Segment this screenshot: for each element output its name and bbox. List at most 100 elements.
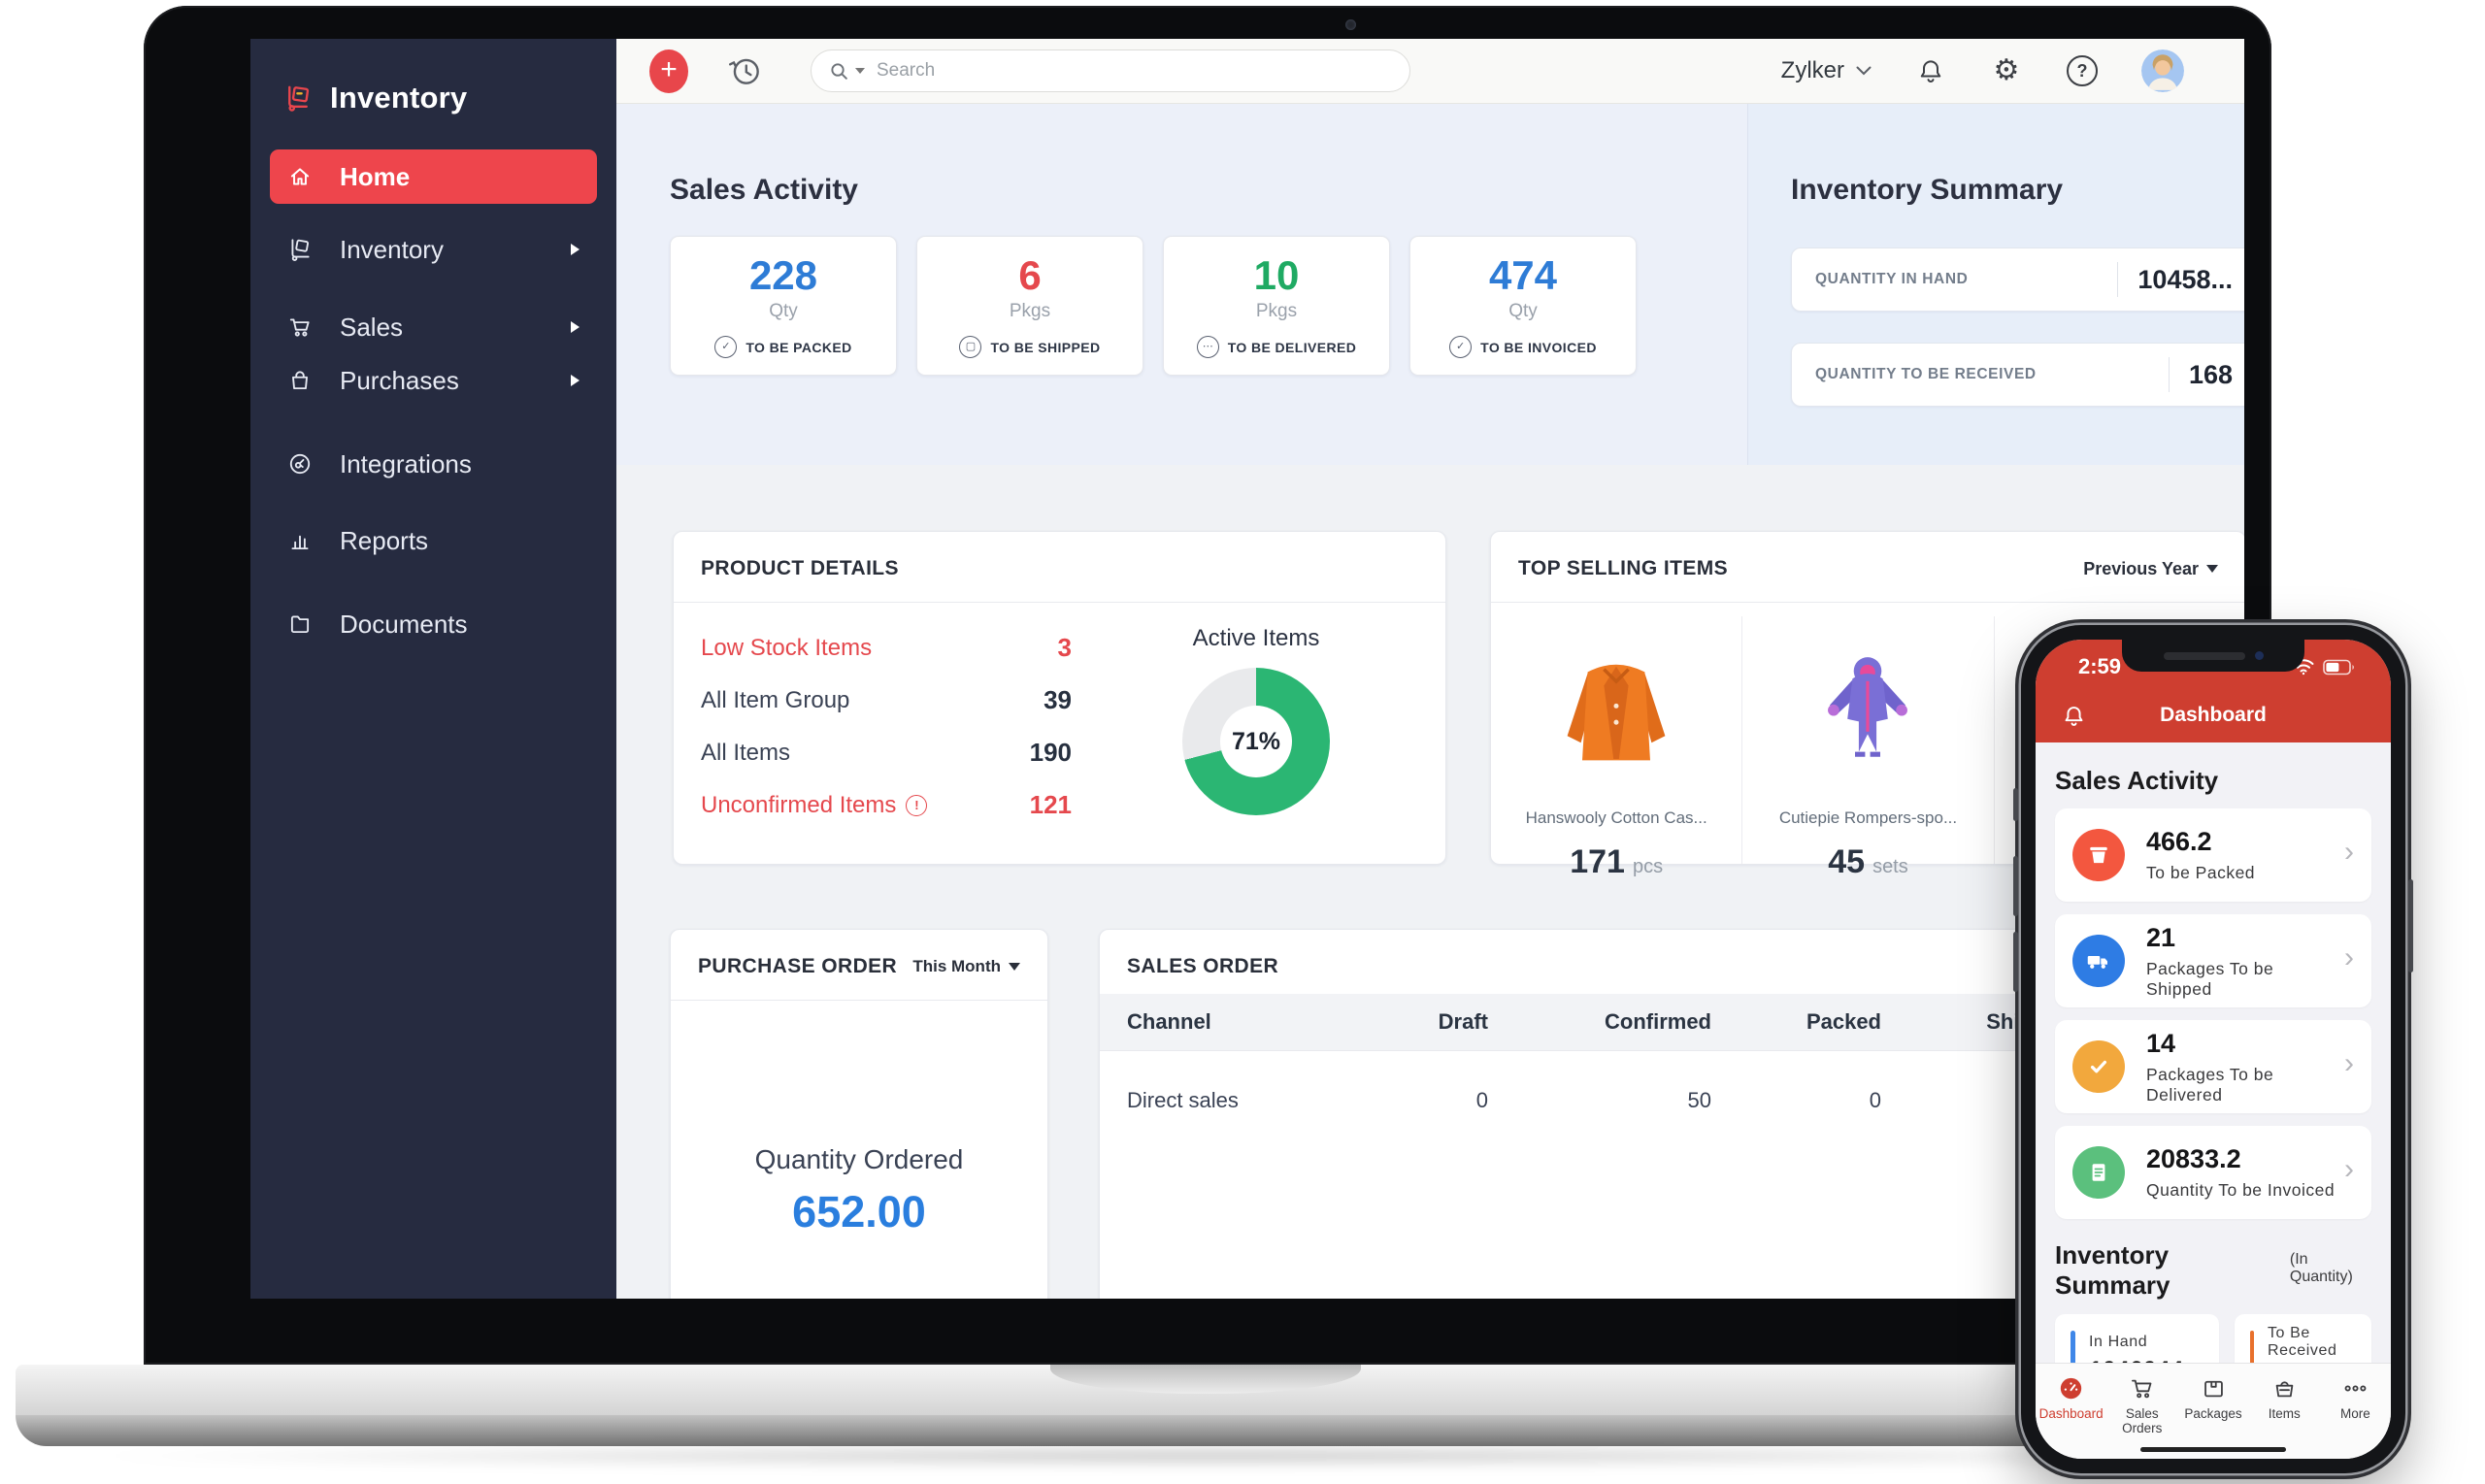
sidebar-item-integrations[interactable]: Integrations <box>250 439 616 489</box>
sidebar-item-home[interactable]: Home <box>270 149 597 204</box>
quantity-in-hand-box: QUANTITY IN HAND 10458... <box>1791 247 2244 312</box>
phone-card-to-be-packed[interactable]: 466.2 To be Packed › <box>2055 808 2371 902</box>
phone-tab-sales-orders[interactable]: Sales Orders <box>2106 1375 2177 1435</box>
item-name: Hanswooly Cotton Cas... <box>1525 808 1707 827</box>
question-icon: ? <box>2067 55 2098 86</box>
phone-card-packages-delivered[interactable]: 14 Packages To be Delivered › <box>2055 1020 2371 1113</box>
notifications-button[interactable] <box>1914 54 1947 87</box>
caret-down-icon <box>2206 565 2218 573</box>
phone-camera <box>2254 651 2264 660</box>
sidebar-item-label: Sales <box>340 312 404 342</box>
caret-down-icon <box>1009 963 1020 971</box>
tab-label: More <box>2340 1406 2370 1421</box>
phone-tab-packages[interactable]: Packages <box>2177 1375 2248 1421</box>
search-scope-caret-icon[interactable] <box>855 68 865 74</box>
top-selling-filter-dropdown[interactable]: Previous Year <box>2083 559 2218 579</box>
cart-icon <box>2132 1379 2152 1399</box>
phone-tab-more[interactable]: More <box>2320 1375 2391 1421</box>
inv-value: 10458... <box>2117 262 2233 297</box>
phone-card-value: 20833.2 <box>2146 1144 2241 1173</box>
item-unit: sets <box>1872 856 1908 877</box>
basket-icon <box>2275 1381 2293 1398</box>
phone-notch <box>2122 640 2304 672</box>
phone-dashboard-body: Sales Activity 466.2 To be Packed › 21 P… <box>2036 742 2391 1363</box>
phone-tab-items[interactable]: Items <box>2249 1375 2320 1421</box>
org-switcher[interactable]: Zylker <box>1781 57 1872 84</box>
search-bar[interactable] <box>811 49 1410 92</box>
phone-card-label: Packages To be Delivered <box>2146 1064 2274 1105</box>
row-value: 190 <box>1029 738 1072 767</box>
phone-inv-label: In Hand <box>2089 1333 2148 1350</box>
filter-value: Previous Year <box>2083 558 2199 578</box>
tab-label: Items <box>2268 1406 2301 1421</box>
sidebar-item-label: Integrations <box>340 448 472 478</box>
phone-mute-switch <box>2013 788 2018 821</box>
sidebar-item-sales[interactable]: Sales <box>250 302 616 352</box>
check-icon <box>2072 1040 2125 1093</box>
more-icon <box>2344 1385 2367 1392</box>
all-item-group-row[interactable]: All Item Group 39 <box>701 685 1072 715</box>
sidebar-item-documents[interactable]: Documents <box>250 599 616 649</box>
row-value: 3 <box>1057 633 1072 662</box>
sa-card-to-be-invoiced[interactable]: 474 Qty ✓ TO BE INVOICED <box>1409 236 1637 376</box>
chevron-right-icon: › <box>2344 1047 2354 1079</box>
phone-power-button <box>2408 879 2413 973</box>
sidebar-item-reports[interactable]: Reports <box>250 515 616 566</box>
product-details-card: PRODUCT DETAILS Low Stock Items 3 All It… <box>673 531 1446 865</box>
chevron-down-icon <box>1856 66 1872 76</box>
sa-unit: Pkgs <box>1009 301 1051 321</box>
card-title: PRODUCT DETAILS <box>701 557 899 579</box>
row-label[interactable]: All Items <box>701 740 790 767</box>
info-icon[interactable]: ! <box>906 794 928 816</box>
box-icon <box>2203 1380 2223 1398</box>
gauge-icon <box>2060 1377 2082 1400</box>
laptop-shadow <box>68 1444 2339 1468</box>
tab-label: Dashboard <box>2038 1406 2104 1421</box>
avatar[interactable] <box>2141 49 2184 92</box>
phone-card-packages-shipped[interactable]: 21 Packages To be Shipped › <box>2055 914 2371 1007</box>
card-title: PURCHASE ORDER <box>698 955 898 977</box>
chevron-right-icon: › <box>2344 836 2354 868</box>
org-name: Zylker <box>1780 57 1844 83</box>
metric-value: 652.00 <box>792 1187 926 1237</box>
search-input[interactable] <box>875 59 1392 82</box>
top-selling-item[interactable]: Cutiepie Rompers-spo... 45 sets <box>1742 616 1995 880</box>
top-selling-item[interactable]: Hanswooly Cotton Cas... 171 pcs <box>1491 616 1743 880</box>
inv-value: 168 <box>2168 357 2233 392</box>
low-stock-items-row[interactable]: Low Stock Items 3 <box>701 633 1072 663</box>
recent-history-button[interactable] <box>725 50 766 91</box>
phone-home-indicator[interactable] <box>2140 1447 2286 1452</box>
sidebar-item-purchases[interactable]: Purchases <box>250 355 616 406</box>
app-logo: Inventory <box>250 39 616 128</box>
quick-create-button[interactable]: + <box>649 49 688 93</box>
sidebar-item-inventory[interactable]: Inventory <box>250 224 616 275</box>
cell-confirmed: 50 <box>1687 1088 1711 1112</box>
accent-bar <box>2250 1331 2254 1363</box>
phone-in-hand-card: In Hand 1046044... <box>2055 1314 2220 1363</box>
phone-screen: 2:59 Dashboard Sales Activity 466.2 To b… <box>2036 640 2391 1459</box>
settings-button[interactable]: ⚙ <box>1990 54 2023 87</box>
purchase-order-filter-dropdown[interactable]: This Month <box>912 957 1020 976</box>
bell-icon[interactable] <box>2061 703 2087 729</box>
sa-card-to-be-delivered[interactable]: 10 Pkgs ⋯ TO BE DELIVERED <box>1163 236 1390 376</box>
row-label[interactable]: Low Stock Items <box>701 635 872 662</box>
all-items-row[interactable]: All Items 190 <box>701 738 1072 768</box>
sa-card-to-be-packed[interactable]: 228 Qty ✓ TO BE PACKED <box>670 236 897 376</box>
handtruck-logo-icon <box>283 77 313 119</box>
phone-card-value: 14 <box>2146 1028 2176 1058</box>
app-window: Inventory Home Inventory Sales Purchases… <box>250 39 2244 1299</box>
sidebar-item-label: Documents <box>340 609 468 639</box>
phone-tab-dashboard[interactable]: Dashboard <box>2036 1375 2106 1421</box>
package-icon <box>2072 829 2125 881</box>
phone-card-qty-invoiced[interactable]: 20833.2 Quantity To be Invoiced › <box>2055 1126 2371 1219</box>
sa-card-to-be-shipped[interactable]: 6 Pkgs ▢ TO BE SHIPPED <box>916 236 1143 376</box>
card-title: SALES ORDER <box>1127 955 1279 977</box>
sa-value: 474 <box>1488 252 1558 298</box>
active-items-donut: 71% <box>1182 668 1330 815</box>
unconfirmed-items-row[interactable]: Unconfirmed Items ! 121 <box>701 790 1072 820</box>
phone-inv-label: To Be Received <box>2267 1324 2337 1359</box>
inv-label: QUANTITY IN HAND <box>1815 271 1969 287</box>
row-label[interactable]: All Item Group <box>701 687 849 714</box>
help-button[interactable]: ? <box>2066 54 2099 87</box>
chevron-right-icon <box>571 375 580 386</box>
